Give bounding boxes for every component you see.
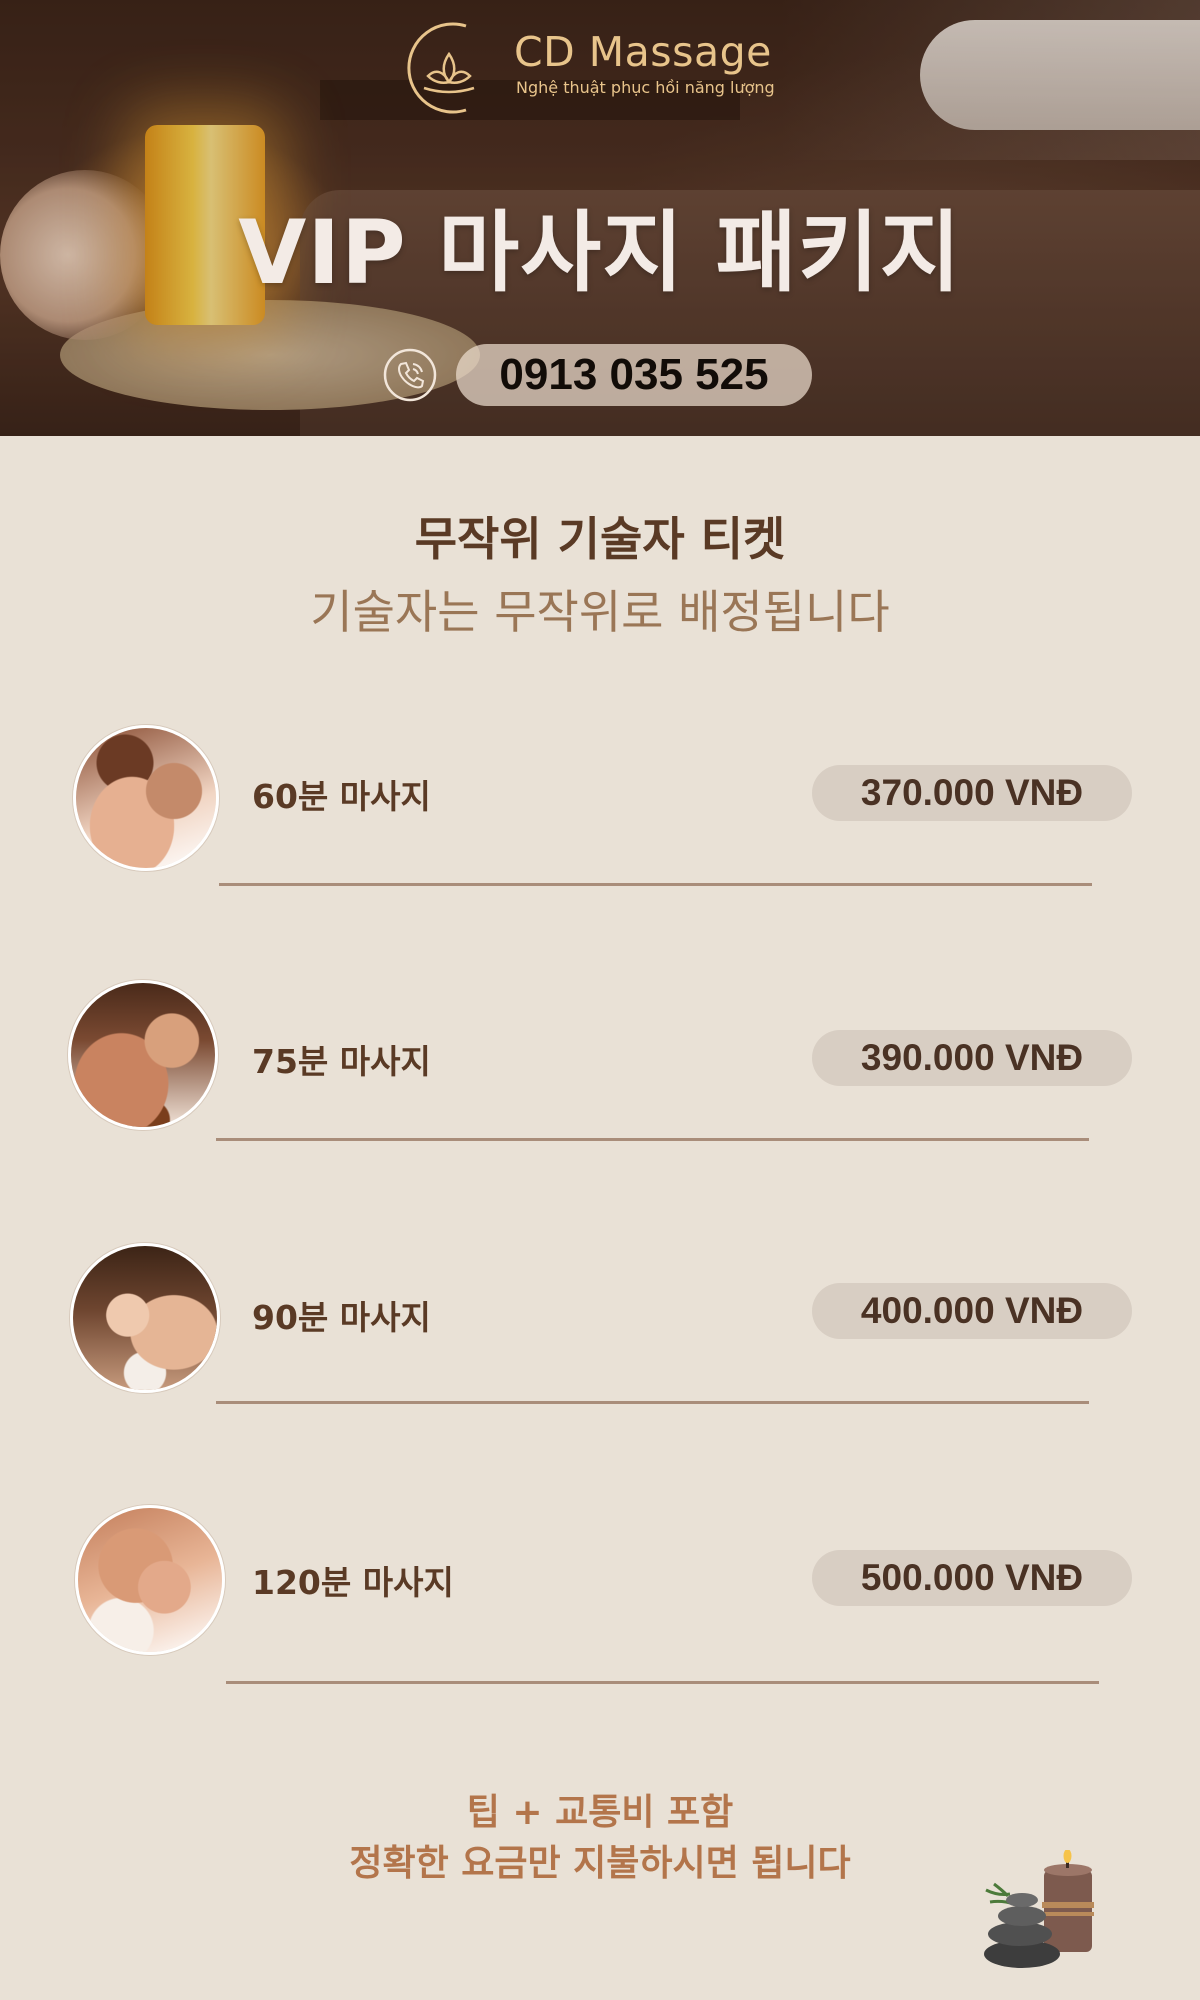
spa-stones-candle-icon: [984, 1850, 1094, 1968]
package-price: 500.000 VNĐ: [812, 1550, 1132, 1606]
brand-name: CD Massage: [514, 28, 772, 76]
package-photo: [75, 1505, 225, 1655]
phone-number[interactable]: 0913 035 525: [456, 344, 812, 406]
hero-banner: CD Massage Nghệ thuật phục hồi năng lượn…: [0, 0, 1200, 436]
lotus-logo-icon: [407, 22, 475, 114]
package-photo: [70, 1243, 220, 1393]
package-row: 120분 마사지 500.000 VNĐ: [0, 1504, 1200, 1704]
package-row: 60분 마사지 370.000 VNĐ: [0, 720, 1200, 920]
divider: [216, 1401, 1089, 1404]
brand: CD Massage Nghệ thuật phục hồi năng lượn…: [404, 18, 824, 118]
package-photo: [73, 725, 219, 871]
divider: [216, 1138, 1089, 1141]
package-price: 400.000 VNĐ: [812, 1283, 1132, 1339]
package-label: 120분 마사지: [252, 1563, 454, 1602]
package-label: 60분 마사지: [252, 777, 431, 816]
package-row: 75분 마사지 390.000 VNĐ: [0, 978, 1200, 1178]
footer-note-included: 팁 + 교통비 포함: [466, 1792, 734, 1833]
divider: [219, 883, 1092, 886]
package-row: 90분 마사지 400.000 VNĐ: [0, 1241, 1200, 1441]
package-price: 390.000 VNĐ: [812, 1030, 1132, 1086]
divider: [226, 1681, 1099, 1684]
package-label: 75분 마사지: [252, 1042, 431, 1081]
package-label: 90분 마사지: [252, 1298, 431, 1337]
section-title: 무작위 기술자 티켓: [414, 512, 786, 566]
brand-tagline: Nghệ thuật phục hồi năng lượng: [516, 78, 775, 97]
section-subtitle: 기술자는 무작위로 배정됩니다: [310, 585, 890, 639]
page-title: VIP 마사지 패키지: [238, 201, 962, 304]
phone-icon[interactable]: [382, 347, 438, 403]
package-price: 370.000 VNĐ: [812, 765, 1132, 821]
package-photo: [68, 980, 218, 1130]
